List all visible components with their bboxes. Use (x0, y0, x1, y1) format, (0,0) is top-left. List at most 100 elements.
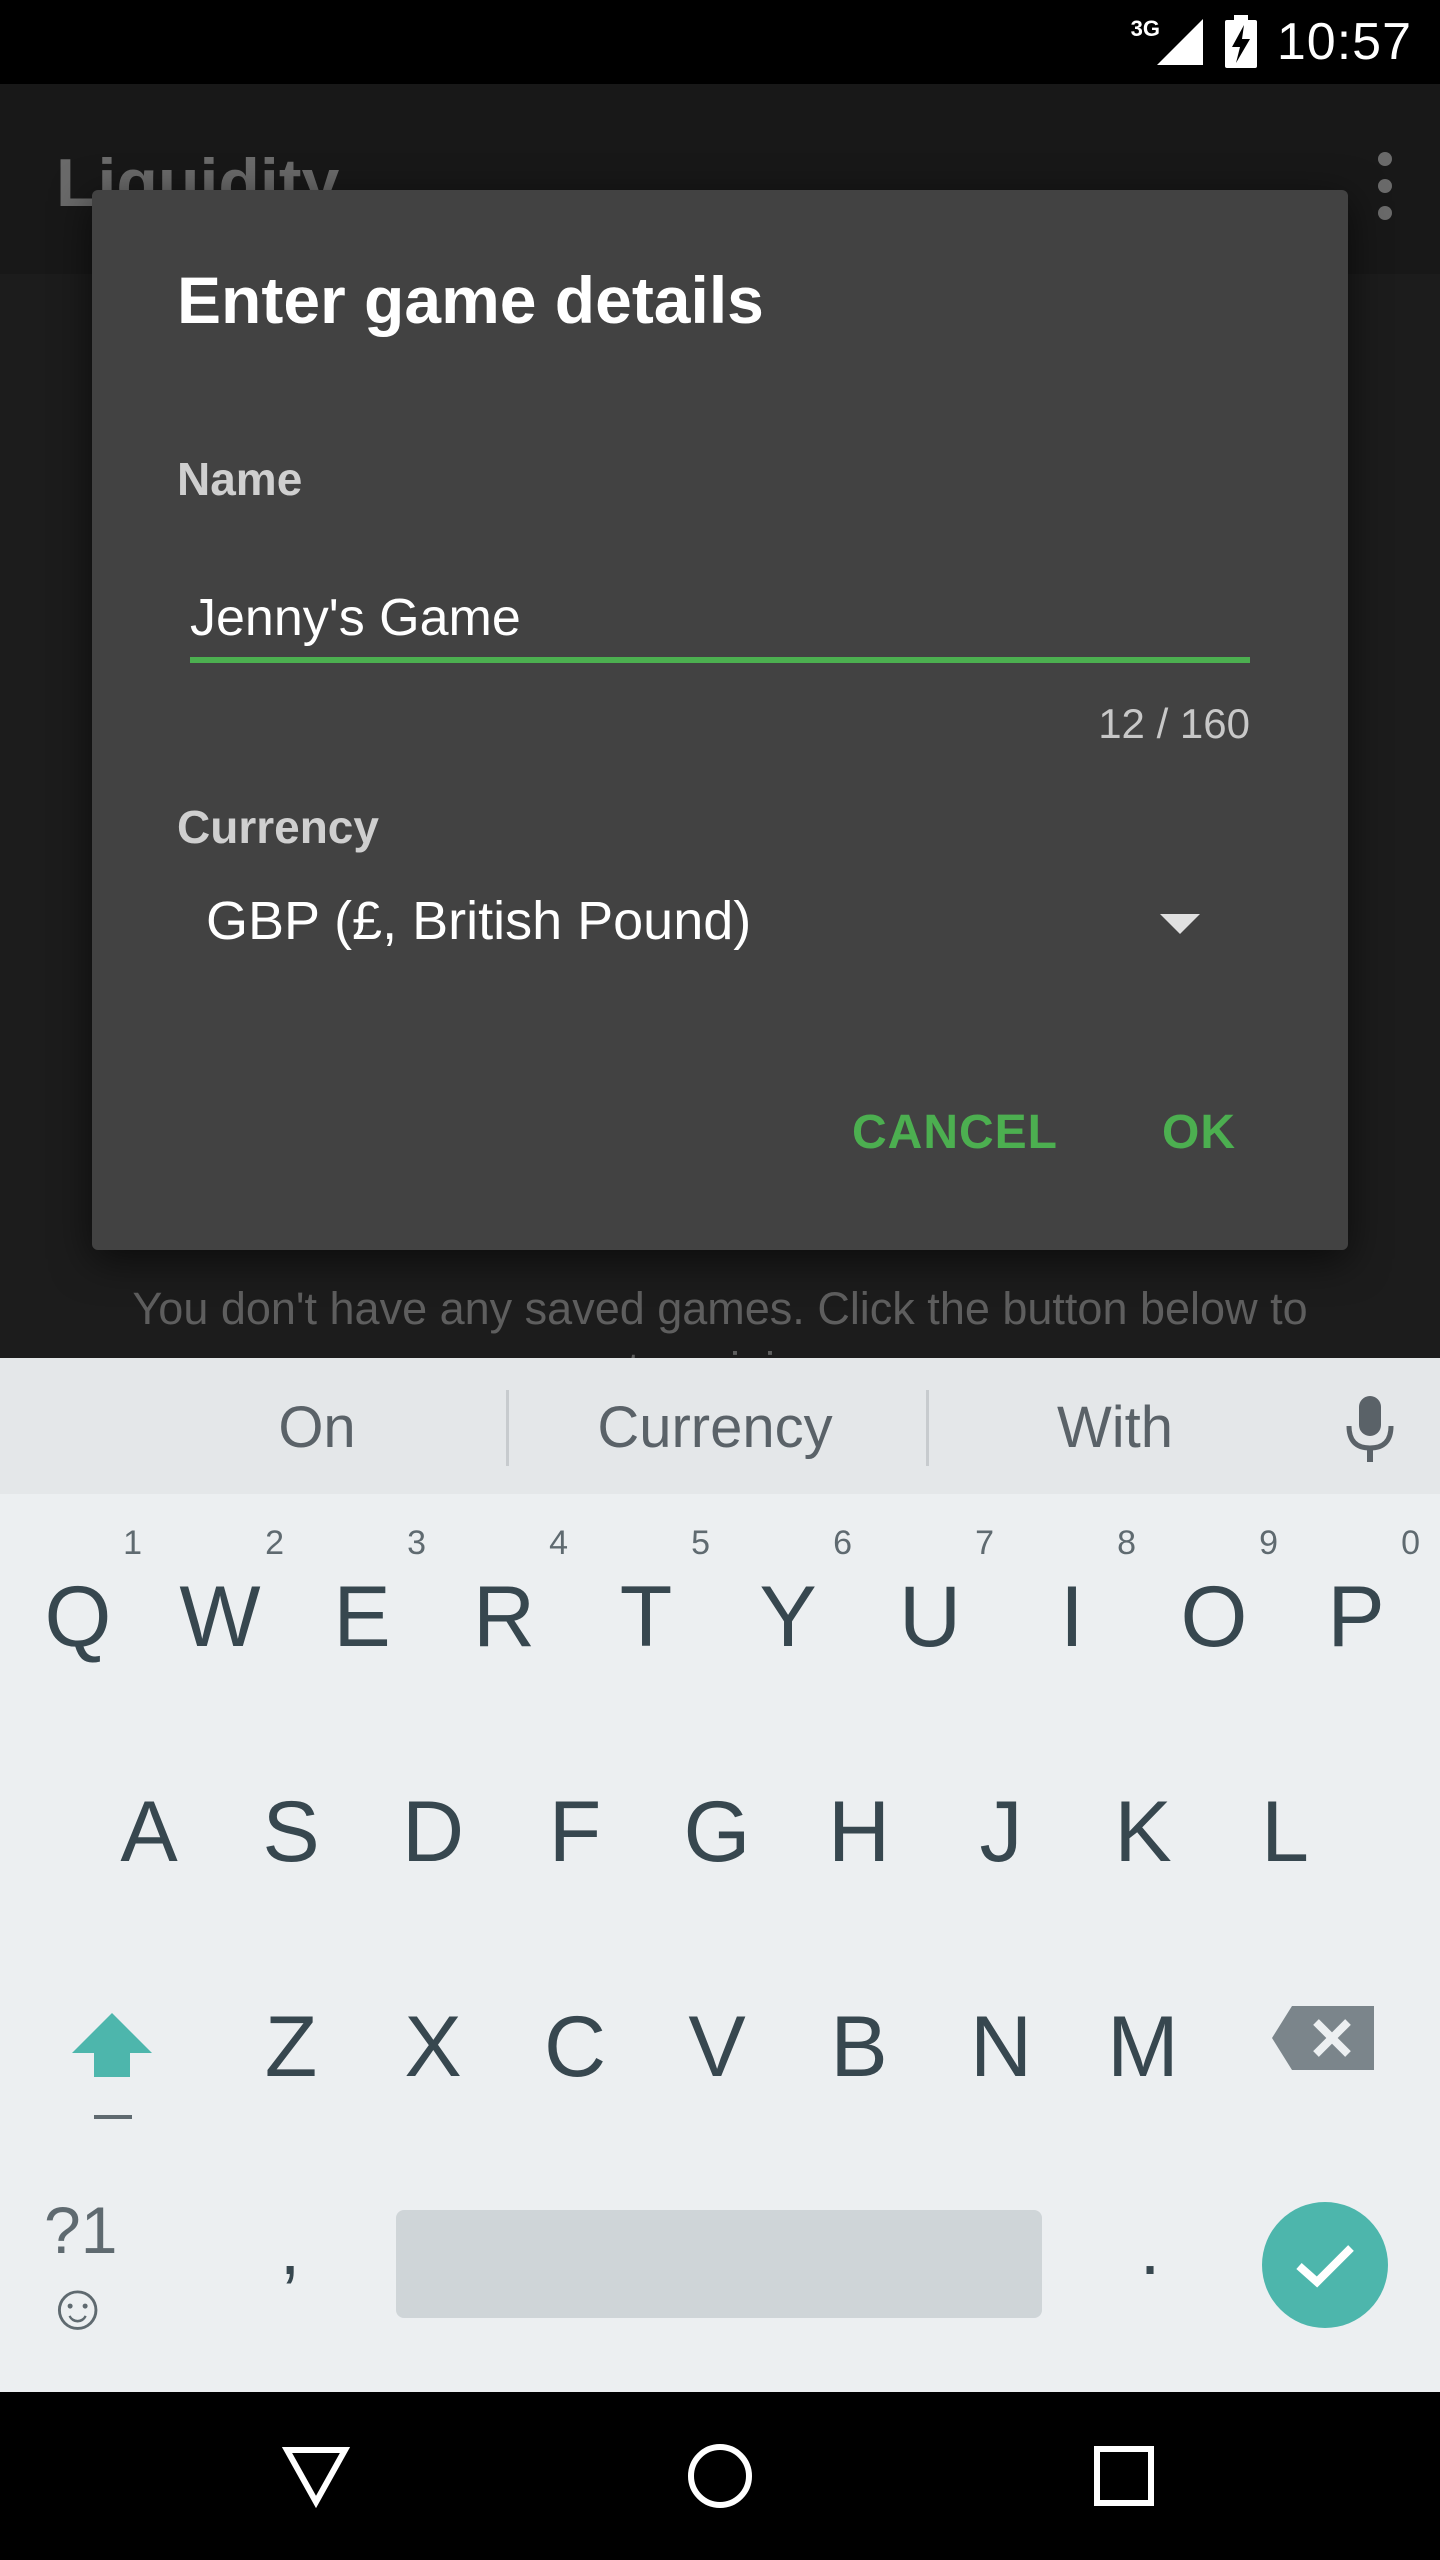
suggestion-3[interactable]: With (920, 1394, 1310, 1461)
key-hint: 0 (1401, 1524, 1420, 1562)
dialog-title: Enter game details (177, 263, 764, 337)
key-label: L (1261, 1784, 1309, 1880)
key-g[interactable]: G (647, 1753, 787, 1893)
key-x[interactable]: X (363, 1968, 503, 2108)
currency-label: Currency (177, 801, 379, 853)
key-t[interactable]: 5T (576, 1524, 716, 1678)
key-hint: 1 (123, 1524, 142, 1562)
key-m[interactable]: M (1073, 1968, 1213, 2108)
key-r[interactable]: 4R (434, 1524, 574, 1678)
recents-square-icon (1094, 2446, 1154, 2506)
key-label: S (262, 1784, 320, 1880)
key-p[interactable]: 0P (1286, 1524, 1426, 1678)
currency-dropdown[interactable]: GBP (£, British Pound) (182, 860, 1282, 980)
key-hint: 2 (265, 1524, 284, 1562)
home-button[interactable] (680, 2436, 760, 2516)
navigation-bar (0, 2392, 1440, 2560)
key-label: Q (44, 1569, 112, 1665)
key-j[interactable]: J (931, 1753, 1071, 1893)
key-label: R (472, 1569, 536, 1665)
key-a[interactable]: A (79, 1753, 219, 1893)
key-l[interactable]: L (1215, 1753, 1355, 1893)
key-label: H (827, 1784, 891, 1880)
name-input[interactable] (190, 585, 1250, 663)
key-e[interactable]: 3E (292, 1524, 432, 1678)
key-hint: 6 (833, 1524, 852, 1562)
dropdown-arrow-icon (1160, 914, 1200, 934)
key-s[interactable]: S (221, 1753, 361, 1893)
period-key[interactable]: . (1120, 2206, 1180, 2306)
key-label: K (1114, 1784, 1172, 1880)
ok-button[interactable]: OK (1162, 1105, 1236, 1160)
key-o[interactable]: 9O (1144, 1524, 1284, 1678)
overflow-menu-icon[interactable] (1370, 152, 1400, 252)
shift-arrow-icon (72, 2013, 152, 2119)
key-n[interactable]: N (931, 1968, 1071, 2108)
soft-keyboard: On Currency With 1Q 2W 3E 4R 5T 6Y 7U 8I… (0, 1358, 1440, 2392)
key-label: J (979, 1784, 1023, 1880)
microphone-icon[interactable] (1340, 1394, 1400, 1471)
key-label: W (179, 1569, 261, 1665)
key-y[interactable]: 6Y (718, 1524, 858, 1678)
key-f[interactable]: F (505, 1753, 645, 1893)
key-b[interactable]: B (789, 1968, 929, 2108)
recents-button[interactable] (1084, 2436, 1164, 2516)
clock: 10:57 (1276, 13, 1412, 71)
symbols-emoji-key[interactable]: ?1☺ (44, 2193, 184, 2343)
currency-selected-value: GBP (£, British Pound) (206, 891, 752, 951)
key-label: E (333, 1569, 391, 1665)
shift-key[interactable] (40, 1993, 180, 2133)
key-u[interactable]: 7U (860, 1524, 1000, 1678)
key-hint: 7 (975, 1524, 994, 1562)
empty-state-line-1: You don't have any saved games. Click th… (132, 1283, 1308, 1334)
key-label: U (898, 1569, 962, 1665)
back-button[interactable] (276, 2436, 356, 2516)
signal-icon (1155, 17, 1205, 67)
key-hint: 9 (1259, 1524, 1278, 1562)
key-z[interactable]: Z (221, 1968, 361, 2108)
cancel-button[interactable]: CANCEL (852, 1105, 1058, 1160)
checkmark-icon (1296, 2245, 1354, 2288)
key-label: A (120, 1784, 178, 1880)
suggestion-divider (506, 1390, 509, 1466)
suggestion-strip: On Currency With (0, 1358, 1440, 1494)
name-label: Name (177, 453, 303, 505)
status-bar: 3G 10:57 (0, 0, 1440, 84)
key-label: N (969, 1999, 1033, 2095)
space-bar[interactable] (396, 2210, 1042, 2318)
key-d[interactable]: D (363, 1753, 503, 1893)
key-hint: 4 (549, 1524, 568, 1562)
home-circle-icon (688, 2444, 752, 2508)
key-label: C (543, 1999, 607, 2095)
key-hint: 5 (691, 1524, 710, 1562)
game-details-dialog: Enter game details Name 12 / 160 Currenc… (92, 190, 1348, 1250)
key-i[interactable]: 8I (1002, 1524, 1142, 1678)
suggestion-2[interactable]: Currency (520, 1394, 910, 1461)
key-hint: 8 (1117, 1524, 1136, 1562)
key-label: T (619, 1569, 673, 1665)
key-h[interactable]: H (789, 1753, 929, 1893)
key-label: M (1107, 1999, 1179, 2095)
key-label: D (401, 1784, 465, 1880)
key-label: F (548, 1784, 602, 1880)
key-c[interactable]: C (505, 1968, 645, 2108)
key-label: O (1180, 1569, 1248, 1665)
backspace-icon (1272, 2006, 1374, 2070)
comma-key[interactable]: , (260, 2206, 320, 2306)
key-q[interactable]: 1Q (8, 1524, 148, 1678)
key-label: Y (759, 1569, 817, 1665)
key-v[interactable]: V (647, 1968, 787, 2108)
key-w[interactable]: 2W (150, 1524, 290, 1678)
key-label: Z (264, 1999, 318, 2095)
key-label: X (404, 1999, 462, 2095)
backspace-key[interactable] (1270, 1998, 1380, 2078)
suggestion-1[interactable]: On (122, 1394, 512, 1461)
key-label: G (683, 1784, 751, 1880)
key-label: B (830, 1999, 888, 2095)
key-k[interactable]: K (1073, 1753, 1213, 1893)
key-label: V (688, 1999, 746, 2095)
enter-key[interactable] (1262, 2202, 1388, 2328)
key-label: I (1060, 1569, 1084, 1665)
back-triangle-icon (281, 2447, 351, 2508)
key-label: P (1327, 1569, 1385, 1665)
